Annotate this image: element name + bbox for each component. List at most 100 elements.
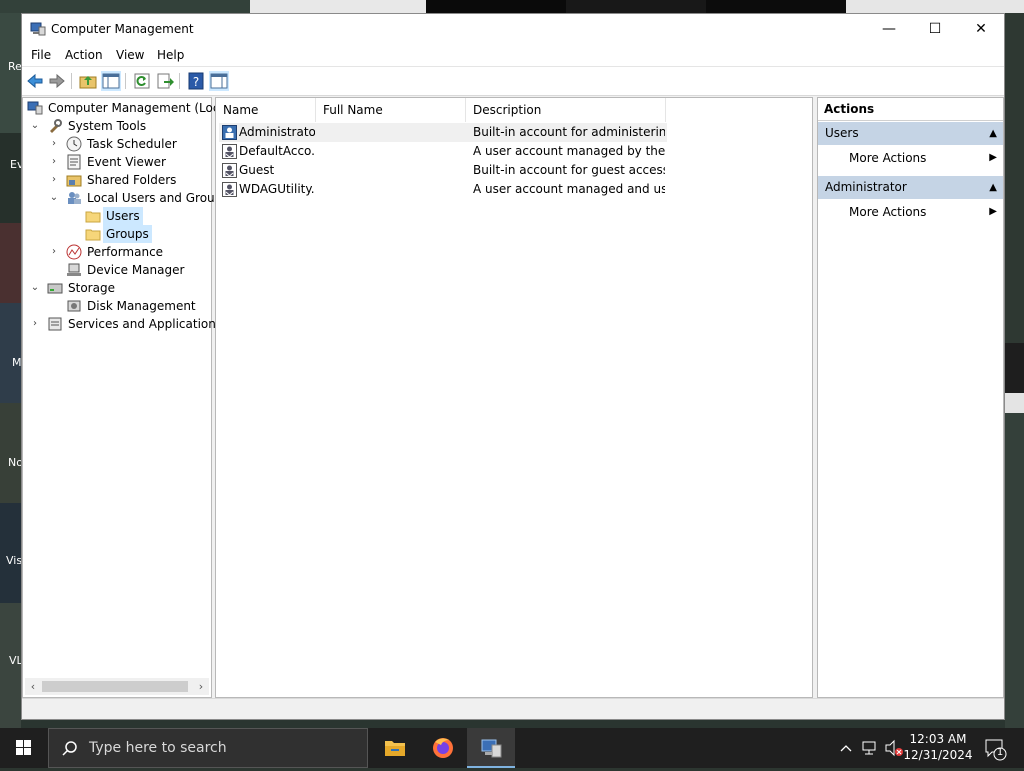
collapse-icon[interactable]: ▲ <box>989 122 997 145</box>
tree-item-label: Disk Management <box>87 299 196 313</box>
up-folder-icon[interactable] <box>78 71 98 91</box>
event-viewer-icon <box>67 154 81 170</box>
file-explorer-icon[interactable] <box>371 728 419 768</box>
chevron-down-icon[interactable]: ⌄ <box>29 117 41 135</box>
status-bar <box>22 698 1004 719</box>
scroll-left-icon[interactable]: ‹ <box>25 678 41 695</box>
services-icon <box>48 317 62 331</box>
chevron-right-icon[interactable]: › <box>48 153 60 171</box>
cell-name: Administrator <box>239 125 315 139</box>
show-hidden-icons-icon[interactable] <box>838 728 854 768</box>
tree-item-storage[interactable]: ⌄ Storage <box>26 279 211 297</box>
chevron-down-icon[interactable]: ⌄ <box>48 189 60 207</box>
maximize-button[interactable]: ☐ <box>912 14 958 44</box>
column-header-full-name[interactable]: Full Name <box>316 98 466 122</box>
export-list-icon[interactable] <box>155 71 175 91</box>
collapse-icon[interactable]: ▲ <box>989 176 997 199</box>
table-row[interactable]: Administrator Built-in account for admin… <box>219 123 667 142</box>
action-section-label: Users <box>825 126 859 140</box>
notification-center-icon[interactable]: 1 <box>982 728 1010 768</box>
tree-item-disk-management[interactable]: Disk Management <box>26 297 211 315</box>
chevron-right-icon[interactable]: › <box>48 135 60 153</box>
computer-management-icon <box>30 22 46 36</box>
tree-item-users[interactable]: Users <box>26 207 211 225</box>
disabled-user-icon <box>222 144 237 159</box>
more-actions-administrator[interactable]: More Actions ▶ <box>849 201 997 223</box>
tree-item-event-viewer[interactable]: › Event Viewer <box>26 153 211 171</box>
tree-item-device-manager[interactable]: Device Manager <box>26 261 211 279</box>
tree-item-shared-folders[interactable]: › Shared Folders <box>26 171 211 189</box>
desktop-icon-label[interactable]: Re <box>8 60 22 73</box>
storage-icon <box>47 283 63 294</box>
back-icon[interactable] <box>25 71 45 91</box>
search-icon <box>62 741 77 756</box>
folder-icon <box>85 229 101 241</box>
clock-time: 12:03 AM <box>909 732 967 746</box>
scroll-thumb[interactable] <box>42 681 188 692</box>
network-icon[interactable] <box>860 728 880 768</box>
refresh-icon[interactable] <box>132 71 152 91</box>
forward-icon[interactable] <box>47 71 67 91</box>
toolbar: ? <box>22 66 1004 96</box>
tree-item-system-tools[interactable]: ⌄ System Tools <box>26 117 211 135</box>
tree-item-label: Task Scheduler <box>87 137 177 151</box>
menu-view[interactable]: View <box>116 48 144 62</box>
action-section-administrator[interactable]: Administrator ▲ <box>818 176 1003 199</box>
taskbar-search-box[interactable]: Type here to search <box>48 728 368 768</box>
chevron-right-icon[interactable]: › <box>29 315 41 333</box>
column-header-description[interactable]: Description <box>466 98 666 122</box>
start-button[interactable] <box>0 728 48 768</box>
performance-icon <box>66 244 82 260</box>
scroll-right-icon[interactable]: › <box>193 678 209 695</box>
tree-item-performance[interactable]: › Performance <box>26 243 211 261</box>
action-section-users[interactable]: Users ▲ <box>818 122 1003 145</box>
more-actions-users[interactable]: More Actions ▶ <box>849 147 997 169</box>
menu-action[interactable]: Action <box>65 48 103 62</box>
clock-date: 12/31/2024 <box>903 748 973 762</box>
minimize-button[interactable]: — <box>866 14 912 44</box>
tree-item-task-scheduler[interactable]: › Task Scheduler <box>26 135 211 153</box>
folder-icon <box>85 211 101 223</box>
column-header-name[interactable]: Name <box>216 98 316 122</box>
table-row[interactable]: Guest Built-in account for guest access … <box>219 161 667 180</box>
menu-help[interactable]: Help <box>157 48 184 62</box>
tree-item-label: Device Manager <box>87 263 185 277</box>
volume-muted-icon[interactable] <box>884 728 904 768</box>
tree-item-label: Event Viewer <box>87 155 166 169</box>
chevron-right-icon[interactable]: › <box>48 243 60 261</box>
disabled-user-icon <box>222 163 237 178</box>
tree-item-local-users-groups[interactable]: ⌄ Local Users and Groups <box>26 189 229 207</box>
submenu-arrow-icon: ▶ <box>989 206 997 217</box>
tree-item-label: Services and Applications <box>68 317 223 331</box>
chevron-down-icon[interactable]: ⌄ <box>29 279 41 297</box>
menu-bar: File Action View Help <box>22 44 1004 66</box>
desktop-icon-label[interactable]: Vis <box>6 554 22 567</box>
tree-item-label: System Tools <box>68 119 147 133</box>
help-icon[interactable]: ? <box>186 71 206 91</box>
menu-file[interactable]: File <box>31 48 51 62</box>
show-hide-action-pane-icon[interactable] <box>209 71 229 91</box>
taskbar-clock[interactable]: 12:03 AM 12/31/2024 <box>903 731 973 763</box>
table-row[interactable]: DefaultAcco... A user account managed by… <box>219 142 667 161</box>
cell-description: A user account managed and use... <box>473 182 665 196</box>
disk-management-icon <box>67 300 81 312</box>
cell-description: A user account managed by the s... <box>473 144 665 158</box>
show-hide-tree-icon[interactable] <box>101 71 121 91</box>
cell-name: Guest <box>239 163 275 177</box>
computer-management-taskbar-icon[interactable] <box>467 728 515 768</box>
device-manager-icon <box>67 263 81 276</box>
disabled-user-icon <box>222 182 237 197</box>
title-bar[interactable]: Computer Management — ☐ ✕ <box>22 14 1004 44</box>
chevron-right-icon[interactable]: › <box>48 171 60 189</box>
tree-item-label: Users <box>103 207 143 225</box>
clock-icon <box>66 136 82 152</box>
tree-item-computer-management[interactable]: Computer Management (Local <box>26 99 230 117</box>
tree-item-groups[interactable]: Groups <box>26 225 211 243</box>
tree-item-services-applications[interactable]: › Services and Applications <box>26 315 222 333</box>
table-row[interactable]: WDAGUtility... A user account managed an… <box>219 180 667 199</box>
firefox-icon[interactable] <box>419 728 467 768</box>
close-button[interactable]: ✕ <box>958 14 1004 44</box>
tree-item-label: Groups <box>103 225 152 243</box>
tools-icon <box>50 119 62 133</box>
tree-horizontal-scrollbar[interactable]: ‹ › <box>25 678 209 695</box>
